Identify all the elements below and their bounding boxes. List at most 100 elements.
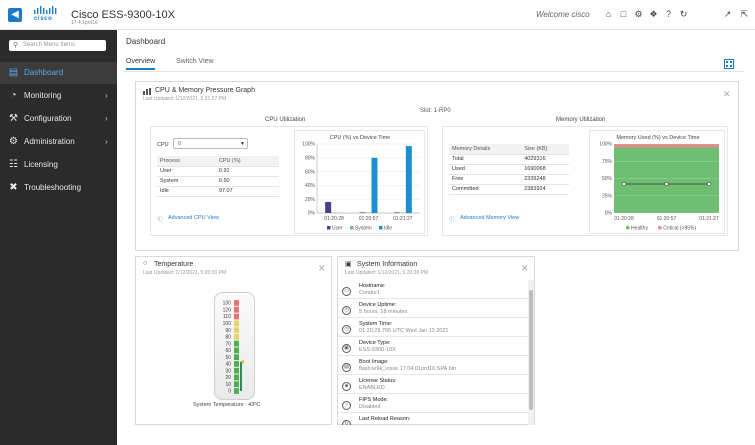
close-icon[interactable]: ✕ (318, 263, 326, 274)
scale-segment (234, 327, 239, 333)
layout-icon[interactable] (724, 59, 734, 69)
sidebar-item-administration[interactable]: ⚙ Administration › (0, 131, 117, 153)
scrollbar[interactable] (528, 280, 534, 425)
x-tick-label: 01:20:57 (657, 216, 677, 222)
scale-segment (234, 320, 239, 327)
table-row: Used 1690068 (449, 164, 569, 175)
y-tick-label: 25% (602, 193, 613, 199)
fips-icon: ○ (342, 401, 351, 410)
y-tick-label: 75% (602, 159, 613, 165)
x-tick-label: 01:20:28 (614, 216, 634, 222)
legend-label: User (332, 226, 343, 232)
advanced-memory-view-link[interactable]: Advanced Memory View (460, 215, 519, 221)
cpu-select[interactable]: 0 ▼ (173, 138, 248, 149)
bar-user (359, 212, 366, 213)
refresh-icon[interactable]: ↻ (678, 9, 689, 20)
x-tick-label: 01:20:28 (324, 216, 344, 222)
sidebar-item-licensing[interactable]: ☷ Licensing (0, 154, 117, 176)
temperature-level (240, 361, 242, 391)
last-updated: Last Updated: 1/12/2021, 5:21:27 PM (143, 96, 227, 102)
info-key: FIPS Mode: (359, 397, 389, 403)
panel-title: System Information (357, 261, 418, 268)
table-header: Size (KB) (521, 144, 569, 155)
sidebar-item-monitoring[interactable]: ◔ Monitoring › (0, 85, 117, 107)
laptop-icon: ▣ (345, 261, 352, 268)
home-icon[interactable]: ⌂ (603, 9, 614, 20)
cpu-chart: CPU (%) vs Device Time 0% 20% 40% 60% 80% 100%… (302, 135, 420, 232)
info-value: ENABLED (359, 385, 385, 391)
table-header: CPU (%) (215, 156, 279, 167)
x-tick-label: 01:20:57 (359, 216, 379, 222)
sidebar-item-troubleshooting[interactable]: ✖ Troubleshooting (0, 177, 117, 199)
cpu-chart-box: CPU (%) vs Device Time 0% 20% 40% 60% 80% 100%… (294, 130, 425, 234)
bar-idle (405, 146, 412, 213)
table-row: Committed 2383924 (449, 184, 569, 195)
y-tick-label: 20% (305, 197, 316, 203)
last-updated: Last Updated: 1/12/2021, 5:20:30 PM (143, 270, 227, 276)
x-tick-label: 01:21:27 (393, 216, 413, 222)
header-toolbar-right: ↗ ⇱ (722, 9, 750, 20)
table-row: Free 2339248 (449, 174, 569, 185)
fullscreen-icon[interactable]: ⇱ (739, 9, 750, 20)
list-item: ↻ Last Reload Reason: (338, 413, 528, 425)
info-value: 01:20:29.765 UTC Wed Jan 13 2021 (359, 328, 449, 334)
info-value: flash:ie9k_iosxe.17.04.01prd16.SPA.bin (359, 366, 457, 372)
temperature-panel: ○ Temperature Last Updated: 1/12/2021, 5… (135, 256, 332, 425)
chart-title: Memory Used (%) vs Device Time (616, 135, 699, 141)
table-header: Process (157, 156, 216, 167)
app-frame: ◀ cisco Cisco ESS-9300-10X 17.4.1prd16 W… (0, 0, 755, 445)
critical-band (614, 144, 719, 148)
gear-icon[interactable]: ⚙ (633, 9, 644, 20)
y-tick-label: 0% (308, 211, 316, 217)
y-tick-label: 100% (302, 142, 315, 148)
close-icon[interactable]: ✕ (723, 89, 731, 100)
system-info-list: ▭ Hostname: Condor1 ◷ Device Uptime: 5 hours,… (338, 280, 528, 425)
scale-label: 70 (225, 341, 231, 347)
memory-section: Memory Details Size (KB) Total 4029316 Use… (442, 126, 728, 236)
device-icon: ▣ (342, 344, 351, 353)
page-title: Dashboard (126, 37, 166, 46)
cpu-select-label: CPU (157, 142, 169, 148)
sidebar-item-label: Monitoring (24, 91, 62, 100)
table-cell: Free (449, 174, 522, 185)
table-cell: 4029316 (521, 154, 569, 165)
scale-label: 130 (223, 301, 232, 307)
scale-segment (234, 361, 239, 367)
sidebar: ⚲ Search Menu Items ▤ Dashboard ◔ Monitorin… (0, 30, 117, 445)
chevron-right-icon: › (105, 114, 108, 123)
cisco-logo: cisco (33, 6, 59, 24)
y-tick-label: 100% (599, 142, 612, 148)
save-icon[interactable]: □ (618, 9, 629, 20)
sidebar-item-label: Troubleshooting (24, 183, 82, 192)
licensing-icon: ☷ (9, 159, 18, 170)
scrollbar-thumb[interactable] (529, 290, 533, 410)
tab-overview[interactable]: Overview (126, 58, 156, 70)
list-item: ▤ Boot Image: flash:ie9k_iosxe.17.04.01prd… (338, 356, 528, 375)
chevron-down-icon: ▼ (240, 141, 245, 147)
advanced-cpu-view-link[interactable]: Advanced CPU View (168, 215, 219, 221)
info-icon: ⓘ (157, 217, 163, 223)
search-input[interactable]: ⚲ Search Menu Items (9, 40, 106, 51)
y-tick-label: 60% (305, 169, 316, 175)
scale-segment (234, 381, 239, 388)
top-bar: ◀ cisco Cisco ESS-9300-10X 17.4.1prd16 W… (0, 0, 755, 30)
sidebar-item-dashboard[interactable]: ▤ Dashboard (0, 62, 117, 84)
chart-title: CPU (%) vs Device Time (330, 135, 391, 141)
back-arrow-icon[interactable]: ◀ (8, 8, 22, 22)
list-item: ○ FIPS Mode: Disabled (338, 394, 528, 413)
last-updated: Last Updated: 1/12/2021, 5:20:30 PM (345, 270, 429, 276)
close-icon[interactable]: ✕ (521, 263, 529, 274)
wrench-icon[interactable]: ❖ (648, 9, 659, 20)
scale-label: 120 (223, 307, 232, 313)
expand-icon[interactable]: ↗ (722, 9, 733, 20)
scale-label: 80 (225, 335, 231, 341)
uptime-icon: ◷ (342, 306, 351, 315)
legend-swatch (379, 226, 383, 230)
table-cell: 2339248 (521, 174, 569, 185)
sidebar-item-configuration[interactable]: ⚒ Configuration › (0, 108, 117, 130)
y-tick-label: 80% (305, 156, 316, 162)
scale-label: 30 (225, 368, 231, 374)
help-icon[interactable]: ? (663, 9, 674, 20)
data-point (664, 181, 669, 187)
tab-switch-view[interactable]: Switch View (176, 58, 214, 68)
